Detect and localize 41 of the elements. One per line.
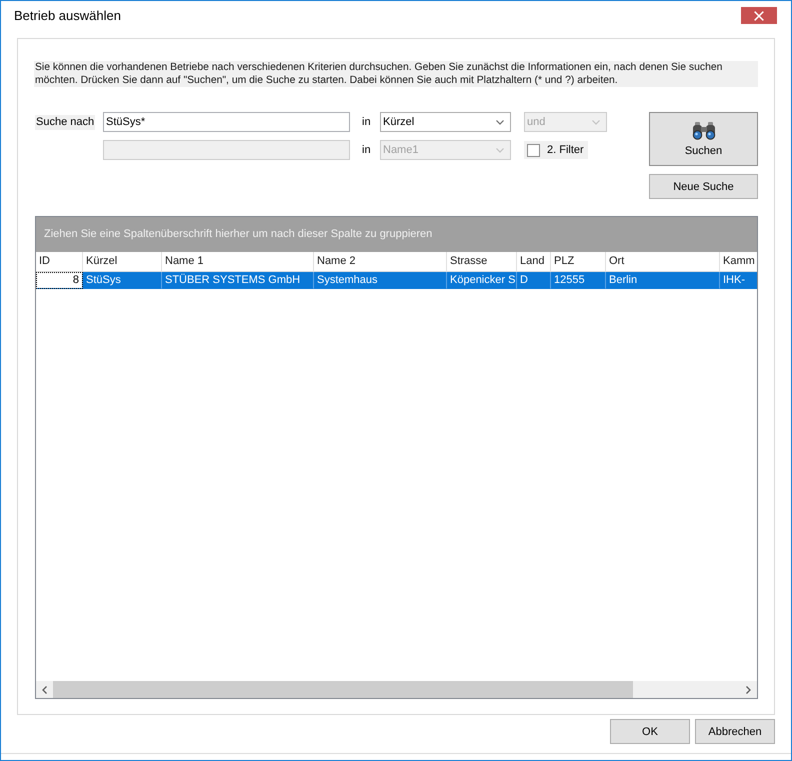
in-label: in bbox=[362, 116, 371, 128]
column-header[interactable]: Land bbox=[517, 252, 551, 271]
intro-text: Sie können die vorhandenen Betriebe nach verschiedenen Kriterien durchsuchen. Geben Sie zunächst die Informationen ein, nach denen Sie suchen möchten. Drücken Sie dann auf "Suchen", um die Suche zu starten. Dabei können Sie auch mit Platzhaltern (* und ?) arbeiten. bbox=[34, 61, 758, 87]
close-icon bbox=[754, 10, 764, 20]
scrollbar-thumb[interactable] bbox=[53, 681, 633, 698]
chevron-right-icon[interactable] bbox=[746, 686, 751, 694]
table-cell: 12555 bbox=[551, 272, 606, 289]
horizontal-scrollbar[interactable] bbox=[36, 681, 757, 698]
cancel-button[interactable]: Abbrechen bbox=[695, 719, 775, 744]
chevron-left-icon[interactable] bbox=[42, 686, 47, 694]
binoculars-icon bbox=[692, 122, 716, 140]
dropdown[interactable]: Kürzel bbox=[380, 112, 511, 132]
close-button[interactable] bbox=[741, 7, 777, 24]
column-header[interactable]: Kamm bbox=[720, 252, 757, 271]
search-label: Suche nach bbox=[35, 114, 96, 130]
table-cell: STÜBER SYSTEMS GmbH bbox=[162, 272, 314, 289]
ok-button[interactable]: OK bbox=[610, 719, 690, 744]
chevron-down-icon[interactable] bbox=[496, 120, 504, 124]
column-header[interactable]: ID bbox=[36, 252, 83, 271]
search-button[interactable]: Suchen bbox=[649, 112, 758, 166]
column-header[interactable]: Name 1 bbox=[162, 252, 314, 271]
table-cell: Berlin bbox=[606, 272, 720, 289]
new-search-button[interactable]: Neue Suche bbox=[649, 174, 758, 199]
search-input[interactable]: StüSys* bbox=[103, 112, 350, 132]
table-cell: Systemhaus bbox=[314, 272, 447, 289]
column-header[interactable]: Strasse bbox=[447, 252, 517, 271]
column-header[interactable]: Kürzel bbox=[83, 252, 162, 271]
group-by-hint: Ziehen Sie eine Spaltenüberschrift hierher um nach dieser Spalte zu gruppieren bbox=[36, 217, 757, 252]
column-header[interactable]: Name 2 bbox=[314, 252, 447, 271]
table-row[interactable]: 8 StüSys STÜBER SYSTEMS GmbH Systemhaus Köpenicker S D 12555 Berlin IHK- bbox=[36, 272, 757, 289]
filter-checkbox[interactable]: 2. Filter bbox=[524, 141, 588, 159]
table-cell: IHK- bbox=[720, 272, 757, 289]
in-label: in bbox=[362, 144, 371, 156]
column-header[interactable]: Ort bbox=[606, 252, 720, 271]
column-header[interactable]: PLZ bbox=[551, 252, 606, 271]
table-cell: D bbox=[517, 272, 551, 289]
table-cell: Köpenicker S bbox=[447, 272, 517, 289]
window-title: Betrieb auswählen bbox=[14, 8, 121, 24]
checkbox-icon[interactable] bbox=[527, 144, 540, 156]
table-cell: StüSys bbox=[83, 272, 162, 289]
table-cell: 8 bbox=[36, 272, 83, 289]
